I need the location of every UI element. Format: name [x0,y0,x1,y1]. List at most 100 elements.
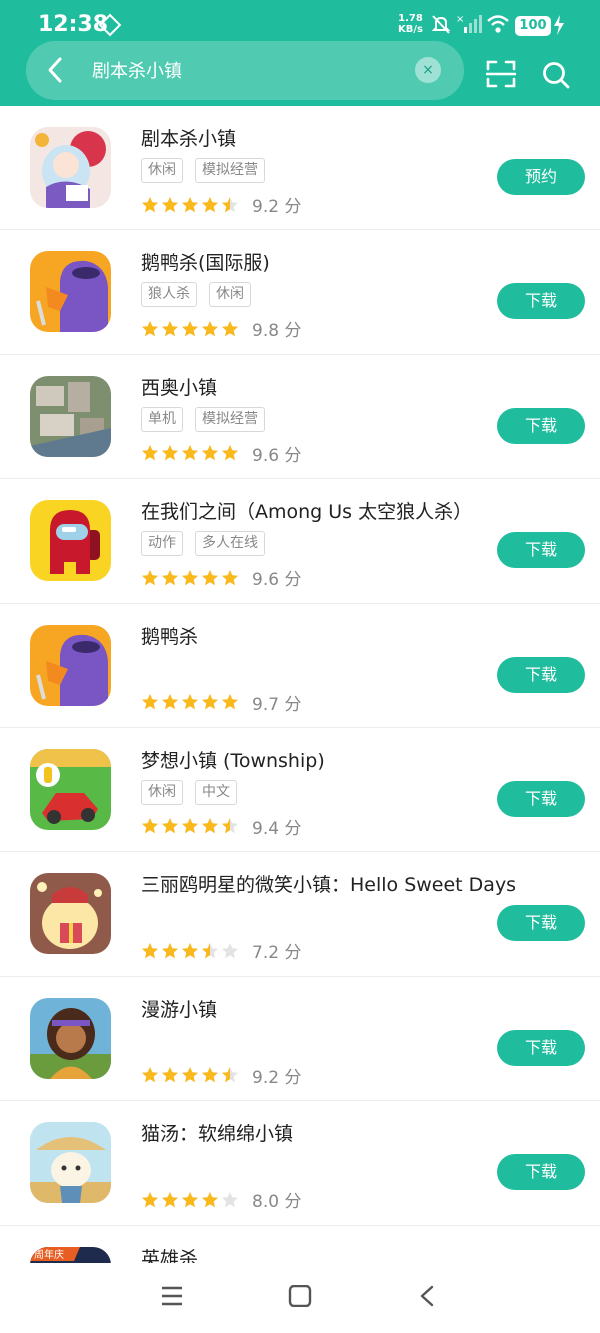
star-rating [141,444,239,462]
app-name[interactable]: 猫汤：软绵绵小镇 [141,1119,293,1146]
star-icon [222,569,238,585]
app-name[interactable]: 西奥小镇 [141,373,217,400]
search-icon[interactable] [542,61,570,89]
download-button[interactable]: 下载 [497,532,585,569]
back-icon[interactable] [418,1285,438,1307]
star-icon [222,694,238,710]
list-item[interactable]: 鹅鸭杀 9.7 分 下载 [0,604,600,728]
star-icon [162,569,178,585]
score: 9.6 分 [252,570,302,591]
star-icon [142,569,158,585]
app-name[interactable]: 鹅鸭杀(国际服) [141,248,270,275]
star-icon [162,320,178,337]
rating: 9.6 分 [141,565,301,590]
star-icon [182,196,198,212]
menu-icon[interactable] [160,1285,184,1307]
download-button[interactable]: 下载 [497,905,585,942]
star-icon [222,1067,238,1083]
signal-icon: × [456,14,482,33]
star-icon [202,942,218,959]
mute-bell-icon [431,15,451,34]
download-button[interactable]: 下载 [497,1029,585,1066]
app-name[interactable]: 英雄杀 [141,1244,198,1263]
list-item[interactable]: 剧本杀小镇 休闲 模拟经营 9.2 分 预约 [0,106,600,231]
star-icon [202,1191,218,1207]
download-button[interactable]: 下载 [497,656,585,693]
star-icon [162,694,178,710]
list-item[interactable]: 漫游小镇 9.2 分 下载 [0,977,600,1102]
list-item[interactable]: 在我们之间（Among Us 太空狼人杀） 动作 多人在线 9.6 分 下载 [0,479,600,604]
search-box: × [26,41,464,100]
app-name[interactable]: 漫游小镇 [141,995,217,1022]
tag: 狼人杀 [141,282,197,308]
star-icon [222,320,238,337]
list-item[interactable]: 西奥小镇 单机 模拟经营 9.6 分 下载 [0,355,600,480]
tag-list: 休闲 中文 [141,779,237,805]
list-item[interactable]: 周年庆 英雄杀 [0,1226,600,1263]
star-icon [142,196,158,212]
tag-list: 动作 多人在线 [141,531,265,557]
scan-icon[interactable] [486,60,516,88]
star-icon [162,818,178,834]
app-icon-among-us [30,500,111,582]
star-icon [202,694,218,710]
reserve-button[interactable]: 预约 [497,159,585,195]
star-icon [222,196,238,212]
star-icon [162,1191,178,1207]
app-icon-township [30,748,111,830]
star-icon [162,942,178,959]
download-button[interactable]: 下载 [497,1154,585,1191]
star-icon [142,1191,158,1207]
list-item[interactable]: 猫汤：软绵绵小镇 8.0 分 下载 [0,1101,600,1226]
search-input[interactable] [92,51,412,89]
star-rating [141,942,239,960]
star-rating [141,1066,239,1084]
score: 9.4 分 [252,818,302,839]
list-item[interactable]: 鹅鸭杀(国际服) 狼人杀 休闲 9.8 分 下载 [0,230,600,355]
star-rating [141,693,239,711]
back-arrow-icon[interactable] [44,56,68,84]
wifi-icon [487,15,509,33]
list-item[interactable]: 梦想小镇 (Township) 休闲 中文 9.4 分 下载 [0,728,600,853]
tag-list: 单机 模拟经营 [141,406,265,432]
rating: 9.4 分 [141,814,301,839]
app-icon-wandering [30,997,111,1079]
tag-list: 休闲 模拟经营 [141,158,265,183]
star-icon [182,818,198,834]
tag: 休闲 [141,779,183,805]
system-nav-bar [0,1263,600,1333]
home-icon[interactable] [288,1285,312,1307]
star-icon [182,445,198,461]
app-name[interactable]: 在我们之间（Among Us 太空狼人杀） [141,497,472,524]
list-item[interactable]: 三丽鸥明星的微笑小镇：Hello Sweet Days 7.2 分 下载 [0,852,600,977]
app-icon-hero-kill: 周年庆 [30,1246,111,1263]
star-icon [222,1191,238,1207]
app-name[interactable]: 鹅鸭杀 [141,622,198,649]
app-icon-sanrio [30,873,111,955]
star-icon [142,445,158,461]
battery-level: 100 [515,16,551,36]
download-button[interactable]: 下载 [497,283,585,320]
star-icon [182,320,198,337]
star-icon [182,1191,198,1207]
star-icon [142,818,158,834]
download-button[interactable]: 下载 [497,407,585,444]
app-name[interactable]: 剧本杀小镇 [141,124,236,151]
app-name[interactable]: 梦想小镇 (Township) [141,746,325,773]
download-button[interactable]: 下载 [497,780,585,817]
tag: 单机 [141,406,183,432]
svg-text:×: × [456,14,464,25]
star-icon [202,320,218,337]
tag: 动作 [141,531,183,557]
score: 9.6 分 [252,445,302,466]
rating: 9.2 分 [141,192,301,217]
network-speed: 1.78 KB/s [398,13,423,35]
app-name[interactable]: 三丽鸥明星的微笑小镇：Hello Sweet Days [141,870,516,897]
tag: 多人在线 [195,531,265,557]
search-results-list[interactable]: 剧本杀小镇 休闲 模拟经营 9.2 分 预约 鹅鸭杀(国际服) 狼人杀 休闲 9… [0,106,600,1263]
star-icon [202,1067,218,1083]
rating: 9.7 分 [141,690,301,715]
clear-search-button[interactable]: × [415,57,441,83]
tag-list: 狼人杀 休闲 [141,282,251,308]
top-bar: 12:38 1.78 KB/s × 100 剧本杀小镇 × [0,0,600,106]
